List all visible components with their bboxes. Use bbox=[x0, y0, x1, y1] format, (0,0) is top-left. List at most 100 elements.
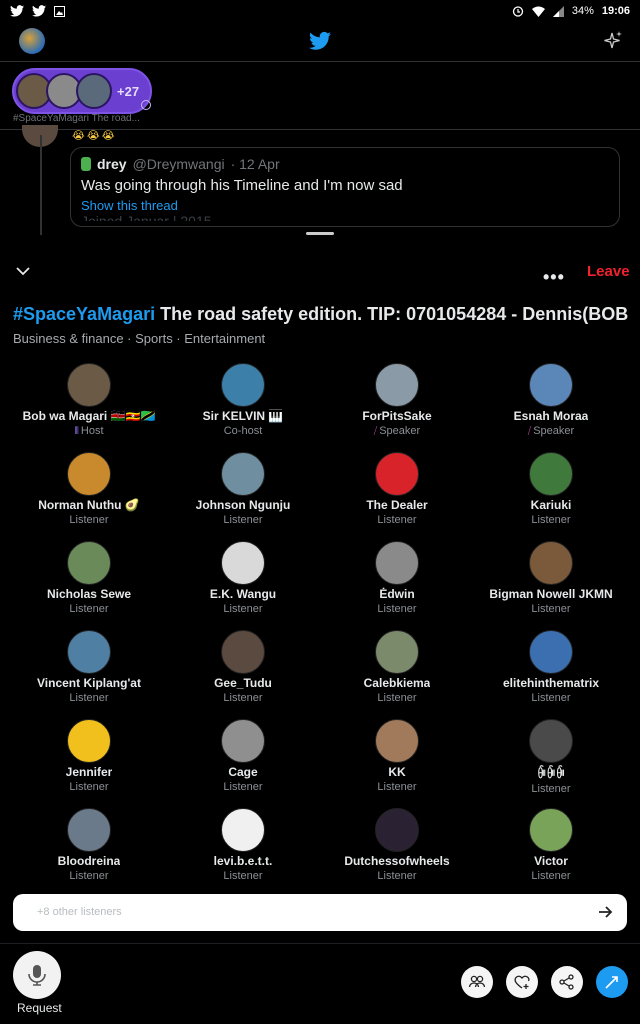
twitter-logo-icon[interactable] bbox=[309, 31, 331, 51]
participant-role: ⦀ Host bbox=[74, 425, 103, 437]
share-button[interactable] bbox=[551, 966, 583, 998]
participant-role-label: Co-host bbox=[223, 425, 263, 437]
participant-avatar[interactable] bbox=[221, 719, 265, 763]
participant[interactable]: elitehinthematrix Listener bbox=[474, 628, 628, 717]
participant-name: Bloodreina bbox=[57, 854, 121, 868]
twitter-notification-icon bbox=[32, 5, 46, 17]
participant-avatar[interactable] bbox=[67, 630, 111, 674]
participant[interactable]: Bob wa Magari 🇰🇪🇺🇬🇹🇿 ⦀ Host bbox=[12, 361, 166, 450]
participant-role-label: Listener bbox=[531, 783, 571, 795]
participant-avatar[interactable] bbox=[529, 719, 573, 763]
participant-avatar[interactable] bbox=[375, 363, 419, 407]
space-sheet: ••• Leave #SpaceYaMagari The road safety… bbox=[0, 243, 640, 1024]
participant-avatar[interactable] bbox=[375, 541, 419, 585]
quote-date: · 12 Apr bbox=[230, 156, 280, 172]
participant[interactable]: KK Listener bbox=[320, 717, 474, 806]
react-button[interactable] bbox=[506, 966, 538, 998]
quoted-tweet[interactable]: drey @Dreymwangi · 12 Apr Was going thro… bbox=[70, 147, 620, 227]
thread-line bbox=[40, 135, 42, 235]
participant[interactable]: Victor Listener bbox=[474, 806, 628, 895]
participant-role: Co-host bbox=[224, 425, 263, 437]
participant-avatar[interactable] bbox=[375, 719, 419, 763]
participant-role: Listener bbox=[223, 603, 262, 615]
space-pill[interactable]: +27 bbox=[12, 68, 152, 114]
participant[interactable]: Vincent Kiplang'at Listener bbox=[12, 628, 166, 717]
compose-tweet-button[interactable] bbox=[596, 966, 628, 998]
participant-avatar[interactable] bbox=[221, 630, 265, 674]
participant[interactable]: ꀼꀼꀼ Listener bbox=[474, 717, 628, 806]
participant-role-label: Listener bbox=[377, 603, 417, 615]
participant[interactable]: Kariuki Listener bbox=[474, 450, 628, 539]
participant-avatar[interactable] bbox=[529, 630, 573, 674]
participant-avatar[interactable] bbox=[67, 808, 111, 852]
space-title: #SpaceYaMagari The road safety edition. … bbox=[13, 304, 640, 325]
request-label: Request bbox=[17, 1001, 62, 1015]
participant[interactable]: Jennifer Listener bbox=[12, 717, 166, 806]
participant-role: Listener bbox=[223, 781, 262, 793]
participant[interactable]: Sir KELVIN 🎹 Co-host bbox=[166, 361, 320, 450]
participant[interactable]: Bloodreina Listener bbox=[12, 806, 166, 895]
pill-caption: #SpaceYaMagari The road... bbox=[13, 113, 140, 124]
arrow-right-icon[interactable] bbox=[597, 904, 613, 920]
participant-role: Listener bbox=[531, 514, 570, 526]
participant[interactable]: Bigman Nowell JKMN Listener bbox=[474, 539, 628, 628]
drag-handle[interactable] bbox=[306, 232, 334, 235]
participant[interactable]: Johnson Ngunju Listener bbox=[166, 450, 320, 539]
participant-avatar[interactable] bbox=[67, 363, 111, 407]
participant-role-label: Listener bbox=[69, 692, 109, 704]
participant[interactable]: Nicholas Sewe Listener bbox=[12, 539, 166, 628]
people-button[interactable] bbox=[461, 966, 493, 998]
wifi-icon bbox=[531, 6, 545, 17]
other-listeners-label: +8 other listeners bbox=[37, 906, 122, 918]
participant[interactable]: Esnah Moraa ⧸ Speaker bbox=[474, 361, 628, 450]
space-hashtag[interactable]: #SpaceYaMagari bbox=[13, 304, 155, 324]
space-topics: Business & finance · Sports · Entertainm… bbox=[13, 331, 266, 346]
participant-avatar[interactable] bbox=[529, 452, 573, 496]
participant-role: Listener bbox=[377, 603, 416, 615]
participant[interactable]: Ėdwin Listener bbox=[320, 539, 474, 628]
participant-role-label: Listener bbox=[223, 870, 263, 882]
participant-role: ⧸ Speaker bbox=[528, 425, 574, 437]
participant-role: Listener bbox=[377, 870, 416, 882]
microphone-icon bbox=[28, 965, 46, 986]
participant-avatar[interactable] bbox=[529, 808, 573, 852]
participant-name: Calebkiema bbox=[363, 676, 431, 690]
participant-role-label: Listener bbox=[223, 692, 263, 704]
sparkle-icon[interactable] bbox=[602, 30, 624, 52]
quote-author-name: drey bbox=[97, 156, 127, 172]
participant-avatar[interactable] bbox=[375, 452, 419, 496]
participant-avatar[interactable] bbox=[529, 541, 573, 585]
participant-role-label: Host bbox=[80, 425, 104, 437]
participant-name: Vincent Kiplang'at bbox=[37, 676, 141, 690]
participant-avatar[interactable] bbox=[221, 452, 265, 496]
participant-avatar[interactable] bbox=[375, 630, 419, 674]
participant-avatar[interactable] bbox=[221, 808, 265, 852]
participant[interactable]: ForPitsSake ⧸ Speaker bbox=[320, 361, 474, 450]
more-options-icon[interactable]: ••• bbox=[543, 267, 565, 288]
leave-button[interactable]: Leave bbox=[587, 263, 630, 280]
participant[interactable]: The Dealer Listener bbox=[320, 450, 474, 539]
participant-avatar[interactable] bbox=[221, 363, 265, 407]
participant-avatar[interactable] bbox=[221, 541, 265, 585]
participant-avatar[interactable] bbox=[67, 452, 111, 496]
participant[interactable]: Cage Listener bbox=[166, 717, 320, 806]
participant[interactable]: Calebkiema Listener bbox=[320, 628, 474, 717]
chevron-down-icon[interactable] bbox=[15, 265, 31, 277]
participant-avatar[interactable] bbox=[529, 363, 573, 407]
participant[interactable]: E.K. Wangu Listener bbox=[166, 539, 320, 628]
participant[interactable]: levi.b.e.t.t. Listener bbox=[166, 806, 320, 895]
profile-avatar[interactable] bbox=[19, 28, 45, 54]
participant-avatar[interactable] bbox=[67, 719, 111, 763]
other-listeners-bar[interactable]: +8 other listeners bbox=[13, 894, 627, 931]
show-thread-link[interactable]: Show this thread bbox=[81, 198, 609, 213]
participant[interactable]: Dutchessofwheels Listener bbox=[320, 806, 474, 895]
participant-grid: Bob wa Magari 🇰🇪🇺🇬🇹🇿 ⦀ Host Sir KELVIN 🎹 Co-… bbox=[12, 361, 628, 895]
participant-role: Listener bbox=[69, 781, 108, 793]
request-button[interactable] bbox=[13, 951, 61, 999]
signal-icon bbox=[552, 5, 564, 17]
participant[interactable]: Gee_Tudu Listener bbox=[166, 628, 320, 717]
participant-avatar[interactable] bbox=[375, 808, 419, 852]
participant-name: Kariuki bbox=[530, 498, 572, 512]
participant-avatar[interactable] bbox=[67, 541, 111, 585]
participant[interactable]: Norman Nuthu 🥑 Listener bbox=[12, 450, 166, 539]
